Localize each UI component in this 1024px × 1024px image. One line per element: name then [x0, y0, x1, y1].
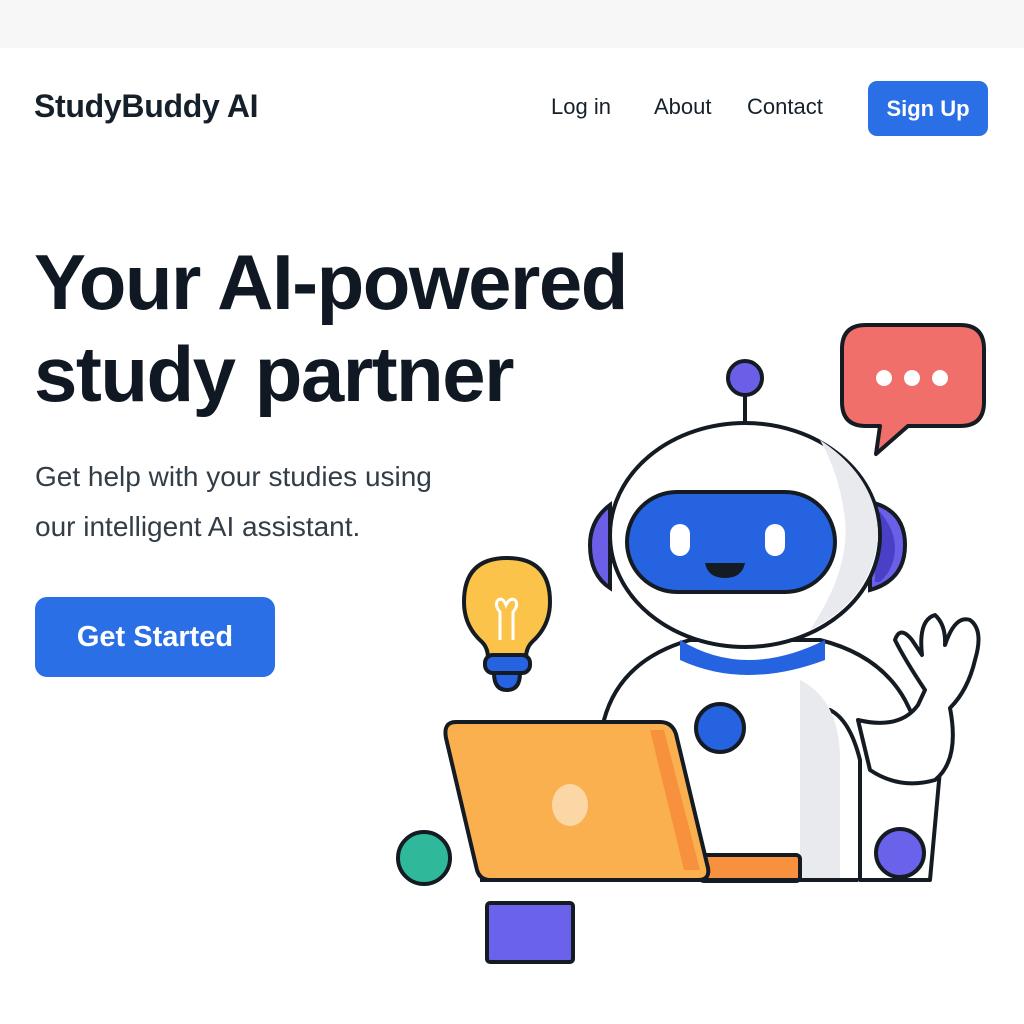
- get-started-button[interactable]: Get Started: [35, 597, 275, 677]
- lightbulb-icon: [462, 556, 552, 693]
- hero-subtitle-line-2: our intelligent AI assistant.: [35, 511, 361, 542]
- navbar: StudyBuddy AI Log in About Contact Sign …: [0, 48, 1024, 168]
- hero-title-line-1: Your AI-powered: [34, 238, 628, 326]
- nav-contact-link[interactable]: Contact: [747, 94, 823, 120]
- hero-title-line-2: study partner: [34, 330, 514, 418]
- laptop-icon: [443, 720, 858, 883]
- nav-about-link[interactable]: About: [654, 94, 712, 120]
- signup-button[interactable]: Sign Up: [868, 81, 988, 136]
- chat-bubble-icon: [840, 323, 986, 456]
- nav-login-link[interactable]: Log in: [551, 94, 611, 120]
- brand-logo[interactable]: StudyBuddy AI: [34, 88, 259, 125]
- robot-mascot-icon: [587, 359, 981, 882]
- decorative-circle-icon: [396, 830, 452, 886]
- decorative-square-icon: [485, 901, 575, 964]
- landing-page: StudyBuddy AI Log in About Contact Sign …: [0, 0, 1024, 1024]
- browser-top-strip: [0, 0, 1024, 48]
- hero-subtitle: Get help with your studies using our int…: [35, 452, 535, 552]
- decorative-circle-icon: [874, 827, 926, 879]
- hero-title: Your AI-powered study partner: [34, 236, 694, 420]
- hero-subtitle-line-1: Get help with your studies using: [35, 461, 432, 492]
